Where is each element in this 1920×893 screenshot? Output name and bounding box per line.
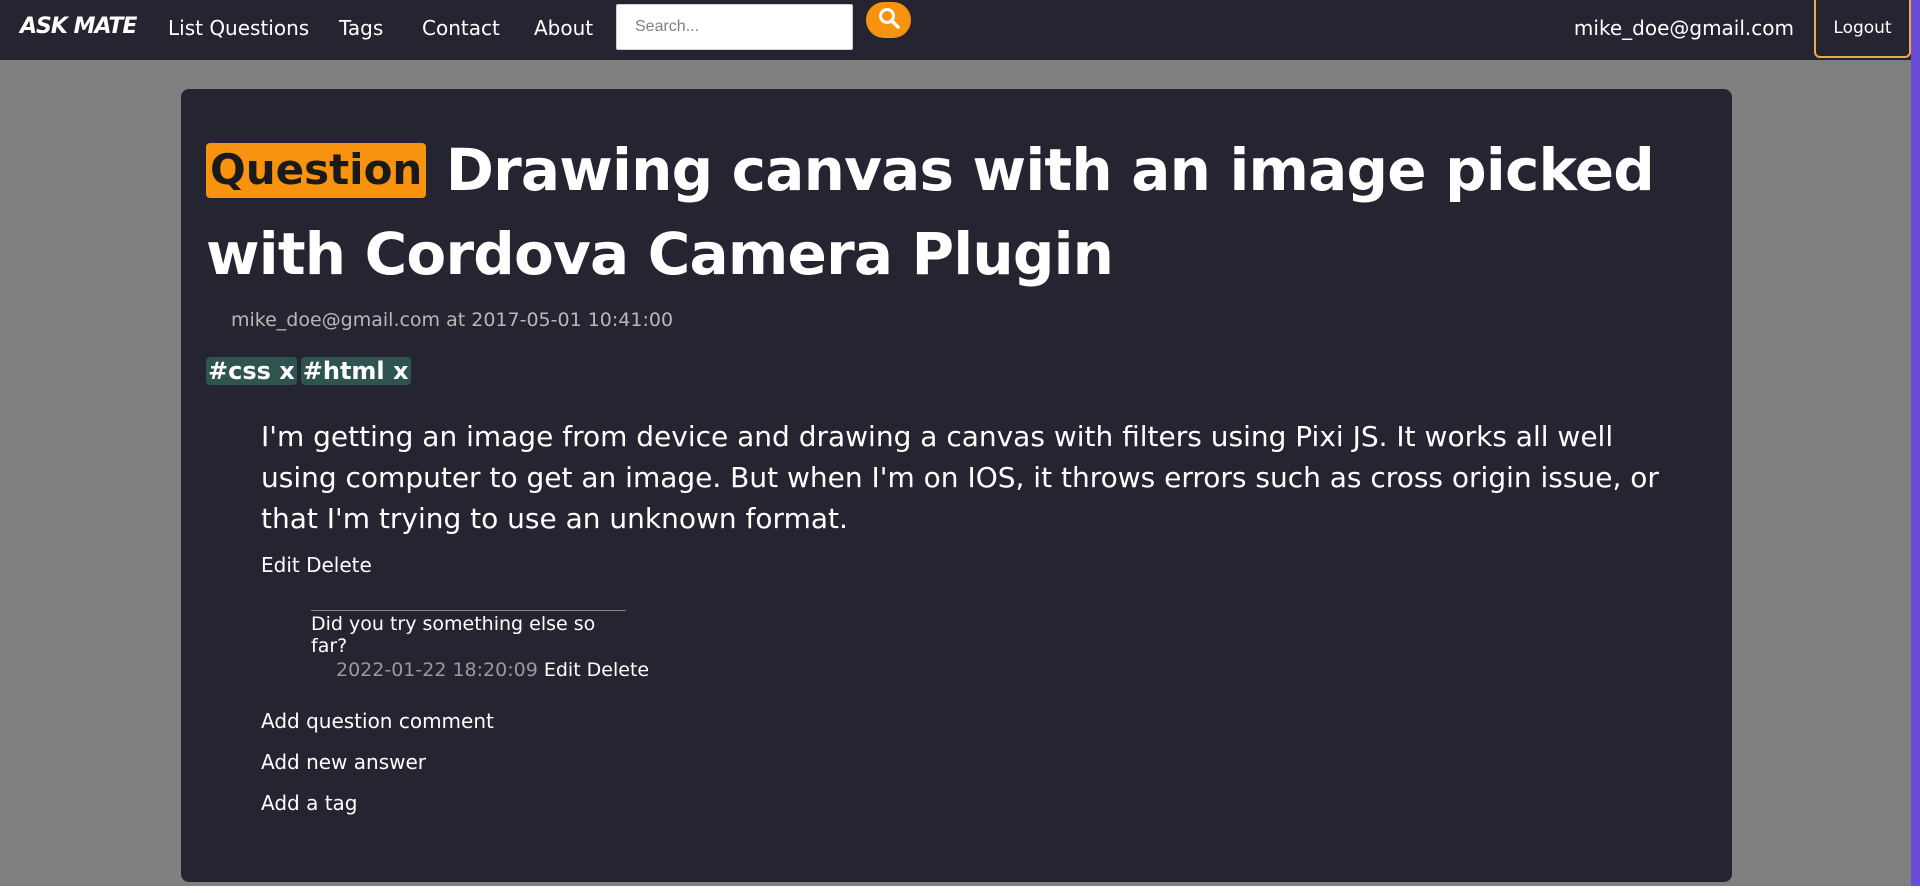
add-question-comment-link[interactable]: Add question comment [261,709,494,733]
brand-logo[interactable]: ASK MATE [20,14,137,39]
tag-html[interactable]: #html x [300,357,411,385]
question-title: Question Drawing canvas with an image pi… [206,128,1716,296]
comment-date: 2022-01-22 18:20:09 [336,659,538,681]
scrollbar[interactable] [1911,0,1920,886]
question-comment: Did you try something else so far? 2022-… [311,610,649,681]
nav-list-questions[interactable]: List Questions [168,16,309,40]
user-email: mike_doe@gmail.com [1573,16,1794,40]
nav-about[interactable]: About [534,16,593,40]
add-tag-link[interactable]: Add a tag [261,791,357,815]
comment-meta: 2022-01-22 18:20:09 Edit Delete [336,659,649,681]
add-new-answer-link[interactable]: Add new answer [261,750,426,774]
question-badge: Question [206,143,427,198]
question-meta: mike_doe@gmail.com at 2017-05-01 10:41:0… [231,309,674,331]
search-input[interactable] [616,4,853,50]
nav-tags[interactable]: Tags [339,16,383,40]
comment-text: Did you try something else so far? [311,613,596,657]
comment-edit-delete-links[interactable]: Edit Delete [544,659,649,681]
search-icon [878,7,900,33]
question-edit-delete-links[interactable]: Edit Delete [261,553,372,577]
tag-list: #css x #html x [206,357,411,385]
tag-css[interactable]: #css x [206,357,297,385]
top-navbar: ASK MATE List Questions Tags Contact Abo… [0,0,1920,60]
logout-button[interactable]: Logout [1814,0,1911,58]
nav-contact[interactable]: Contact [422,16,500,40]
question-body: I'm getting an image from device and dra… [261,420,1659,535]
search-button[interactable] [866,2,911,38]
